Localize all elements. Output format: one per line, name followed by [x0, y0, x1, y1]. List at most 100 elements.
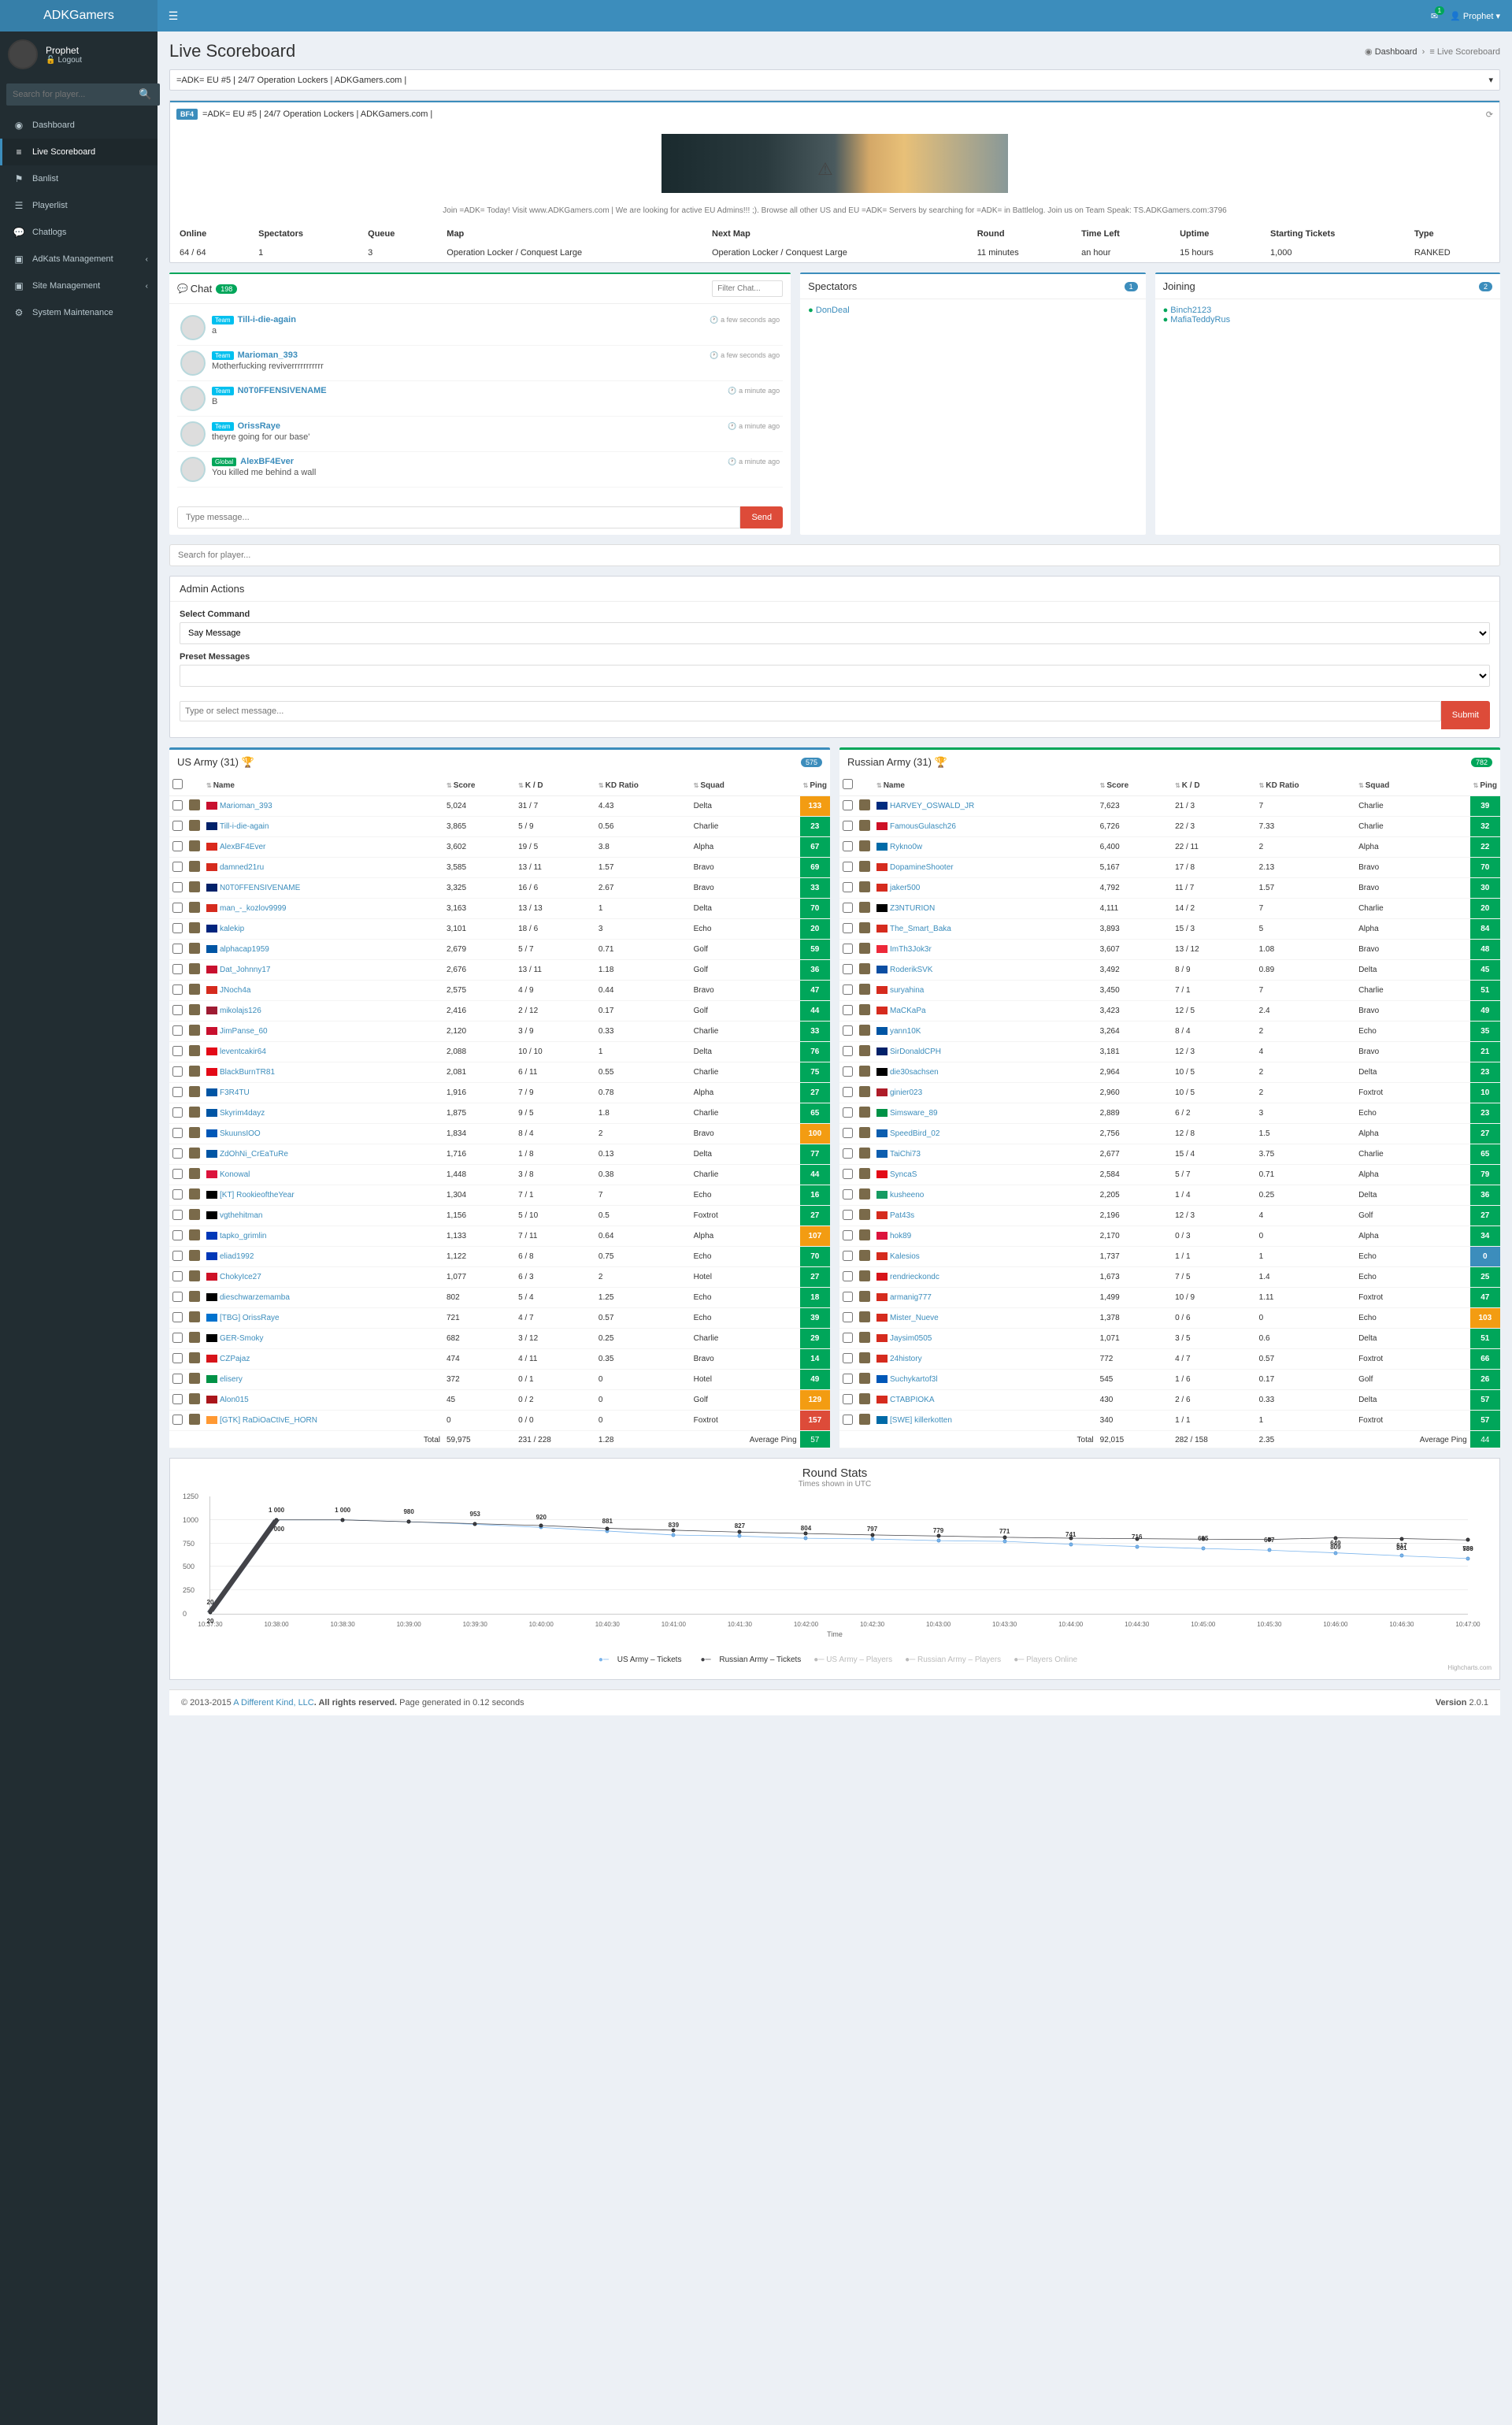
player-link[interactable]: SkuunsIOO — [220, 1129, 261, 1138]
player-link[interactable]: tapko_grimlin — [220, 1232, 266, 1240]
column-header[interactable]: ⇅Name — [873, 775, 1097, 796]
player-row[interactable]: jaker500 4,792 11 / 7 1.57 Bravo 30 — [839, 878, 1500, 899]
player-link[interactable]: CZPajaz — [220, 1355, 250, 1363]
player-link[interactable]: Konowal — [220, 1170, 250, 1179]
player-checkbox[interactable] — [172, 903, 183, 913]
player-link[interactable]: Dat_Johnny17 — [220, 966, 271, 974]
player-link[interactable]: ChokyIce27 — [220, 1273, 261, 1281]
legend-item[interactable]: ●─ Russian Army – Tickets — [694, 1656, 801, 1664]
brand-logo[interactable]: ADKGamers — [0, 0, 158, 32]
player-checkbox[interactable] — [172, 1271, 183, 1281]
player-row[interactable]: ImTh3Jok3r 3,607 13 / 12 1.08 Bravo 48 — [839, 940, 1500, 960]
player-checkbox[interactable] — [843, 882, 853, 892]
player-row[interactable]: JimPanse_60 2,120 3 / 9 0.33 Charlie 33 — [169, 1022, 830, 1042]
column-header[interactable]: ⇅Squad — [691, 775, 800, 796]
player-row[interactable]: ZdOhNi_CrEaTuRe 1,716 1 / 8 0.13 Delta 7… — [169, 1144, 830, 1165]
player-link[interactable]: Alon015 — [220, 1396, 249, 1404]
player-link[interactable]: JimPanse_60 — [220, 1027, 268, 1036]
player-row[interactable]: 24history 772 4 / 7 0.57 Foxtrot 66 — [839, 1349, 1500, 1370]
joining-link[interactable]: Binch2123 — [1170, 306, 1211, 315]
chat-player-link[interactable]: Marioman_393 — [238, 350, 298, 360]
player-row[interactable]: Pat43s 2,196 12 / 3 4 Golf 27 — [839, 1206, 1500, 1226]
player-link[interactable]: elisery — [220, 1375, 243, 1384]
player-checkbox[interactable] — [843, 923, 853, 933]
sidebar-item-playerlist[interactable]: ☰Playerlist — [0, 192, 158, 219]
player-row[interactable]: F3R4TU 1,916 7 / 9 0.78 Alpha 27 — [169, 1083, 830, 1103]
player-row[interactable]: Marioman_393 5,024 31 / 7 4.43 Delta 133 — [169, 796, 830, 817]
player-row[interactable]: [GTK] RaDiOaCtIvE_HORN 0 0 / 0 0 Foxtrot… — [169, 1411, 830, 1431]
player-checkbox[interactable] — [172, 1312, 183, 1322]
player-checkbox[interactable] — [172, 821, 183, 831]
highcharts-credit[interactable]: Highcharts.com — [178, 1664, 1492, 1671]
sidebar-item-chatlogs[interactable]: 💬Chatlogs — [0, 219, 158, 246]
column-header[interactable] — [169, 775, 186, 796]
player-row[interactable]: CTABPIOKA 430 2 / 6 0.33 Delta 57 — [839, 1390, 1500, 1411]
player-link[interactable]: [GTK] RaDiOaCtIvE_HORN — [220, 1416, 317, 1425]
player-link[interactable]: eliad1992 — [220, 1252, 254, 1261]
joining-link[interactable]: MafiaTeddyRus — [1170, 315, 1230, 324]
player-link[interactable]: SyncaS — [890, 1170, 917, 1179]
chat-player-link[interactable]: Till-i-die-again — [238, 315, 296, 324]
player-checkbox[interactable] — [843, 1107, 853, 1118]
player-checkbox[interactable] — [843, 1251, 853, 1261]
player-link[interactable]: 24history — [890, 1355, 922, 1363]
refresh-icon[interactable]: ⟳ — [1486, 109, 1493, 120]
player-checkbox[interactable] — [172, 964, 183, 974]
player-checkbox[interactable] — [843, 862, 853, 872]
player-row[interactable]: TaiChi73 2,677 15 / 4 3.75 Charlie 65 — [839, 1144, 1500, 1165]
select-command-dropdown[interactable]: Say Message — [180, 622, 1490, 644]
player-checkbox[interactable] — [843, 1210, 853, 1220]
player-checkbox[interactable] — [843, 964, 853, 974]
player-checkbox[interactable] — [172, 800, 183, 810]
player-link[interactable]: [KT] RookieoftheYear — [220, 1191, 295, 1200]
player-row[interactable]: man_-_kozlov9999 3,163 13 / 13 1 Delta 7… — [169, 899, 830, 919]
player-checkbox[interactable] — [843, 1066, 853, 1077]
player-row[interactable]: suryahina 3,450 7 / 1 7 Charlie 51 — [839, 981, 1500, 1001]
player-row[interactable]: Kalesios 1,737 1 / 1 1 Echo 0 — [839, 1247, 1500, 1267]
player-link[interactable]: [SWE] killerkotten — [890, 1416, 952, 1425]
player-link[interactable]: dieschwarzemamba — [220, 1293, 290, 1302]
player-checkbox[interactable] — [172, 1353, 183, 1363]
legend-item-disabled[interactable]: ●─ Players Online — [1014, 1656, 1077, 1664]
player-row[interactable]: Suchykartof3l 545 1 / 6 0.17 Golf 26 — [839, 1370, 1500, 1390]
chat-avatar[interactable] — [180, 386, 206, 411]
player-row[interactable]: Alon015 45 0 / 2 0 Golf 129 — [169, 1390, 830, 1411]
player-link[interactable]: Kalesios — [890, 1252, 920, 1261]
player-link[interactable]: man_-_kozlov9999 — [220, 904, 287, 913]
player-link[interactable]: Simsware_89 — [890, 1109, 938, 1118]
player-row[interactable]: Konowal 1,448 3 / 8 0.38 Charlie 44 — [169, 1165, 830, 1185]
admin-message-input[interactable] — [180, 701, 1441, 721]
sidebar-item-site-management[interactable]: ▣Site Management‹ — [0, 273, 158, 299]
chat-input[interactable] — [177, 506, 740, 528]
column-header[interactable] — [839, 775, 856, 796]
player-link[interactable]: AlexBF4Ever — [220, 843, 265, 851]
player-checkbox[interactable] — [172, 862, 183, 872]
player-link[interactable]: CTABPIOKA — [890, 1396, 935, 1404]
chat-filter-input[interactable] — [712, 280, 783, 297]
player-checkbox[interactable] — [172, 1374, 183, 1384]
player-checkbox[interactable] — [172, 1005, 183, 1015]
column-header[interactable]: ⇅Squad — [1355, 775, 1470, 796]
player-checkbox[interactable] — [172, 1169, 183, 1179]
player-checkbox[interactable] — [172, 1066, 183, 1077]
player-checkbox[interactable] — [843, 800, 853, 810]
player-link[interactable]: kalekip — [220, 925, 244, 933]
column-header[interactable]: ⇅Ping — [800, 775, 830, 796]
sidebar-item-live-scoreboard[interactable]: ≡Live Scoreboard — [0, 139, 158, 165]
player-checkbox[interactable] — [843, 1025, 853, 1036]
player-row[interactable]: dieschwarzemamba 802 5 / 4 1.25 Echo 18 — [169, 1288, 830, 1308]
sidebar-search-button[interactable]: 🔍 — [131, 83, 160, 106]
player-row[interactable]: Dat_Johnny17 2,676 13 / 11 1.18 Golf 36 — [169, 960, 830, 981]
player-link[interactable]: Marioman_393 — [220, 802, 272, 810]
player-checkbox[interactable] — [843, 1292, 853, 1302]
player-row[interactable]: rendrieckondc 1,673 7 / 5 1.4 Echo 25 — [839, 1267, 1500, 1288]
player-row[interactable]: Rykno0w 6,400 22 / 11 2 Alpha 22 — [839, 837, 1500, 858]
logout-link[interactable]: 🔓 Logout — [46, 56, 82, 65]
player-link[interactable]: rendrieckondc — [890, 1273, 939, 1281]
player-checkbox[interactable] — [172, 1210, 183, 1220]
player-row[interactable]: damned21ru 3,585 13 / 11 1.57 Bravo 69 — [169, 858, 830, 878]
player-checkbox[interactable] — [172, 1046, 183, 1056]
player-checkbox[interactable] — [843, 1230, 853, 1240]
select-all-checkbox[interactable] — [843, 779, 853, 789]
column-header[interactable]: ⇅K / D — [515, 775, 595, 796]
